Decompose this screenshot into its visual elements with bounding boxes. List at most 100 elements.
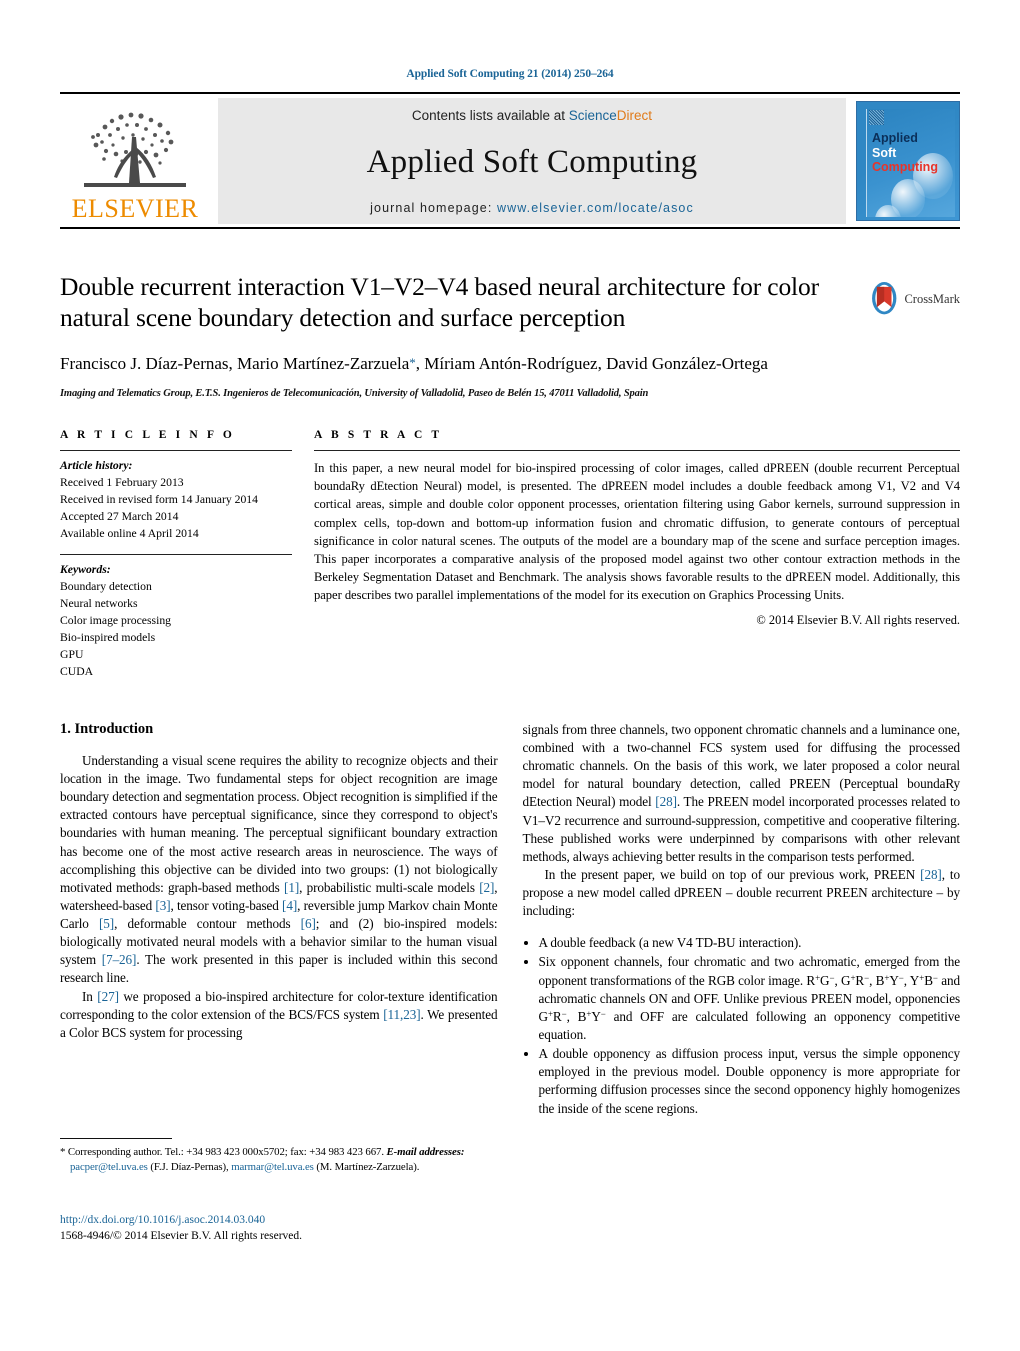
intro-paragraph-1: Understanding a visual scene requires th…	[60, 752, 498, 988]
p1-seg-b: , probabilistic multi-scale models	[299, 879, 480, 895]
history-item: Available online 4 April 2014	[60, 527, 199, 541]
intro-paragraph-4: In the present paper, we build on top of…	[523, 866, 961, 920]
corresponding-author-footnote: * Corresponding author. Tel.: +34 983 42…	[60, 1145, 492, 1176]
p2-seg-a: In	[82, 988, 98, 1004]
sciencedirect-link-part-b[interactable]: Direct	[617, 108, 652, 123]
history-item: Received in revised form 14 January 2014	[60, 493, 258, 507]
author-list: Francisco J. Díaz-Pernas, Mario Martínez…	[60, 352, 860, 375]
crossmark-label: CrossMark	[904, 291, 960, 306]
abstract-heading: A B S T R A C T	[314, 429, 443, 442]
citation-ref-7-26[interactable]: [7–26]	[102, 952, 137, 967]
p4-seg-a: In the present paper, we build on top of…	[544, 866, 921, 882]
op-t-9: R	[552, 1008, 562, 1024]
contents-available-line: Contents lists available at ScienceDirec…	[412, 108, 652, 123]
contents-prefix: Contents lists available at	[411, 108, 569, 123]
citation-ref-3[interactable]: [3]	[155, 898, 170, 913]
journal-title: Applied Soft Computing	[366, 143, 698, 180]
body-column-left: 1. Introduction Understanding a visual s…	[60, 721, 498, 1119]
history-item: Accepted 27 March 2014	[60, 510, 179, 524]
crossmark-icon	[872, 281, 897, 315]
op-t-4: , B	[869, 972, 885, 988]
paper-page: Applied Soft Computing 21 (2014) 250–264	[0, 0, 1020, 1351]
keywords-label: Keywords:	[60, 563, 111, 577]
homepage-prefix: journal homepage:	[370, 201, 497, 215]
citation-ref-27[interactable]: [27]	[97, 989, 119, 1004]
journal-header-band: ELSEVIER Contents lists available at Sci…	[60, 92, 960, 229]
journal-cover-thumbnail: Applied Soft Computing	[856, 101, 960, 221]
cover-line-computing: Computing	[872, 160, 938, 175]
body-column-right: signals from three channels, two opponen…	[523, 721, 961, 1119]
footnote-corresponding-text: Corresponding author. Tel.: +34 983 423 …	[65, 1146, 384, 1158]
journal-cover-inner: Applied Soft Computing	[866, 109, 955, 217]
list-item: A double opponency as diffusion process …	[539, 1045, 961, 1118]
article-info-heading: A R T I C L E I N F O	[60, 429, 235, 442]
p1-seg-d: , tensor voting-based	[170, 897, 283, 913]
sciencedirect-link-part-a[interactable]: Science	[569, 108, 617, 123]
crossmark-badge[interactable]: CrossMark	[868, 275, 960, 323]
citation-ref-6[interactable]: [6]	[301, 916, 316, 931]
intro-paragraph-3: signals from three channels, two opponen…	[523, 721, 961, 866]
title-area: Double recurrent interaction V1–V2–V4 ba…	[60, 271, 960, 399]
elsevier-wordmark: ELSEVIER	[71, 194, 199, 223]
authors-part-2: , Míriam Antón-Rodríguez, David González…	[415, 353, 768, 373]
op-t-2: , G	[834, 972, 851, 988]
citation-ref-2[interactable]: [2]	[479, 880, 494, 895]
journal-cover-title: Applied Soft Computing	[872, 131, 938, 175]
keyword-item: Bio-inspired models	[60, 630, 156, 644]
cover-line-soft: Soft	[872, 145, 897, 160]
citation-ref-11-23[interactable]: [11,23]	[383, 1007, 420, 1022]
keyword-item: GPU	[60, 647, 84, 661]
body-columns: 1. Introduction Understanding a visual s…	[60, 721, 960, 1119]
citation-ref-28[interactable]: [28]	[655, 794, 677, 809]
keyword-item: CUDA	[60, 664, 94, 678]
bullet-1-text: A double feedback (a new V4 TD-BU intera…	[538, 935, 802, 951]
info-abstract-row: A R T I C L E I N F O Article history: R…	[60, 429, 960, 681]
op-t-10: , B	[566, 1008, 587, 1024]
footnote-zone: * Corresponding author. Tel.: +34 983 42…	[60, 1138, 492, 1176]
issn-copyright-line: 1568-4946/© 2014 Elsevier B.V. All right…	[60, 1230, 303, 1243]
article-history-block: Article history: Received 1 February 201…	[60, 451, 292, 543]
p1-seg-f: , deformable contour methods	[114, 916, 301, 932]
email-link-1[interactable]: pacper@tel.uva.es	[70, 1161, 148, 1173]
email-owner-1: (F.J. Díaz-Pernas),	[147, 1161, 232, 1174]
article-history-label: Article history:	[60, 459, 133, 473]
authors-part-1: Francisco J. Díaz-Pernas, Mario Martínez…	[60, 353, 410, 373]
keywords-block: Keywords: Boundary detection Neural netw…	[60, 555, 292, 681]
intro-paragraph-2: In [27] we proposed a bio-inspired archi…	[60, 988, 498, 1042]
keyword-item: Color image processing	[60, 613, 172, 627]
footnote-rule	[60, 1138, 172, 1139]
elsevier-logo: ELSEVIER	[60, 98, 210, 224]
citation-ref-4[interactable]: [4]	[282, 898, 297, 913]
email-link-2[interactable]: marmar@tel.uva.es	[231, 1161, 314, 1173]
section-title-introduction: 1. Introduction	[60, 720, 154, 737]
keyword-item: Neural networks	[60, 596, 138, 610]
citation-ref-28b[interactable]: [28]	[920, 867, 942, 882]
article-info-column: A R T I C L E I N F O Article history: R…	[60, 429, 292, 681]
page-title: Double recurrent interaction V1–V2–V4 ba…	[60, 272, 819, 333]
contributions-list: A double feedback (a new V4 TD-BU intera…	[523, 934, 961, 1117]
op-t-7: B	[924, 972, 933, 988]
citation-ref-1[interactable]: [1]	[284, 880, 299, 895]
doi-block: http://dx.doi.org/10.1016/j.asoc.2014.03…	[60, 1212, 520, 1245]
bullet-3-text: A double opponency as diffusion process …	[538, 1046, 961, 1116]
homepage-url-link[interactable]: www.elsevier.com/locate/asoc	[497, 201, 694, 215]
list-item: Six opponent channels, four chromatic an…	[539, 953, 961, 1044]
keyword-item: Boundary detection	[60, 579, 152, 593]
elsevier-tree-icon	[84, 112, 186, 187]
op-t-11: Y	[591, 1008, 601, 1024]
list-item: A double feedback (a new V4 TD-BU intera…	[539, 934, 961, 952]
op-t-6: , Y	[903, 972, 920, 988]
history-item: Received 1 February 2013	[60, 476, 184, 490]
abstract-text: In this paper, a new neural model for bi…	[314, 461, 960, 603]
abstract-copyright: © 2014 Elsevier B.V. All rights reserved…	[756, 613, 960, 628]
cover-line-applied: Applied	[872, 131, 918, 145]
running-head: Applied Soft Computing 21 (2014) 250–264	[406, 68, 614, 80]
affiliation: Imaging and Telematics Group, E.T.S. Ing…	[60, 388, 649, 400]
citation-ref-5[interactable]: [5]	[99, 916, 114, 931]
email-owner-2: (M. Martínez-Zarzuela).	[316, 1161, 420, 1174]
p1-seg-a: Understanding a visual scene requires th…	[60, 752, 498, 895]
abstract-column: A B S T R A C T In this paper, a new neu…	[314, 429, 960, 681]
journal-homepage-line: journal homepage: www.elsevier.com/locat…	[370, 201, 694, 215]
journal-cover-mark-icon	[869, 110, 884, 125]
doi-link[interactable]: http://dx.doi.org/10.1016/j.asoc.2014.03…	[60, 1212, 520, 1228]
